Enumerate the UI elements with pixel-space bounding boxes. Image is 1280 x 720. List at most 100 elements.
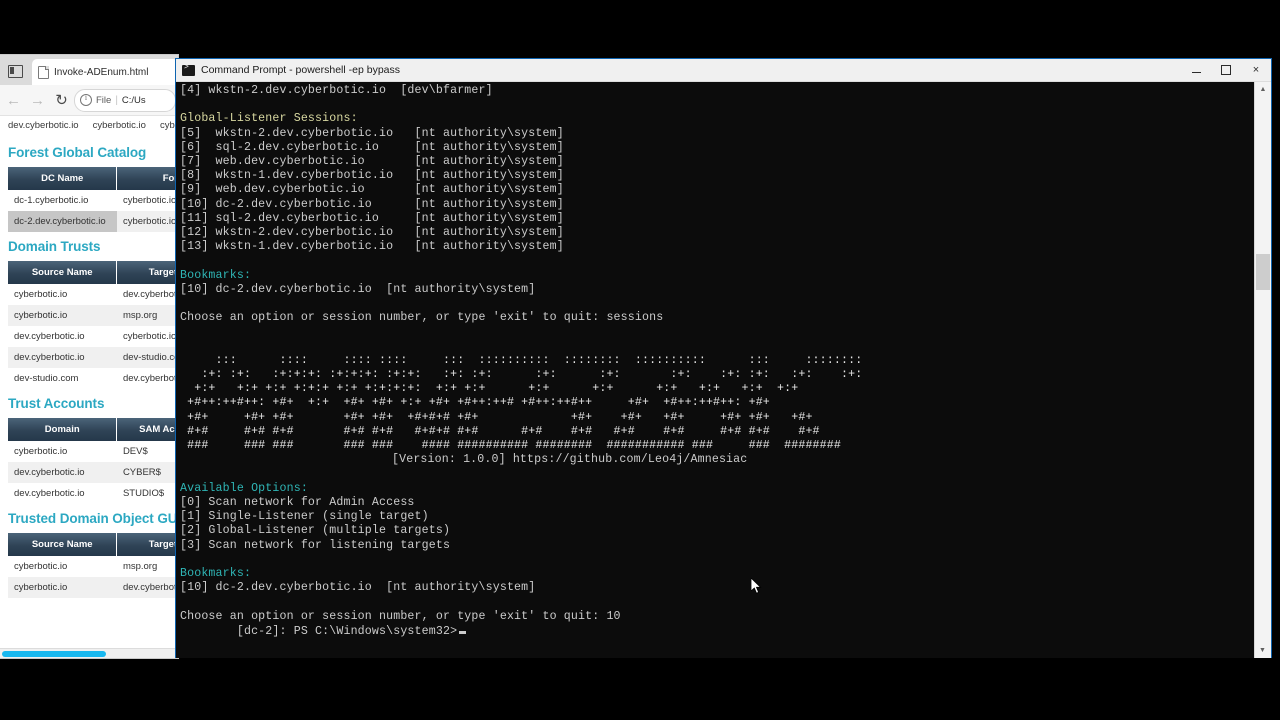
report-sections: Forest Global Catalog DC NameForestdc-1.c… [8, 145, 178, 598]
table-cell: cyberbotic.io [116, 211, 178, 232]
available-options-header: Available Options: [180, 481, 308, 495]
table-cell: dev.cyberbotic.io [116, 368, 178, 389]
screen-root: Invoke-ADEnum.html ← → ↻ File | C:/Us de… [0, 0, 1280, 720]
browser-toolbar: ← → ↻ File | C:/Us [0, 85, 178, 116]
console-titlebar[interactable]: Command Prompt - powershell -ep bypass × [176, 59, 1271, 82]
table-cell: dev.cyberbotic.io [8, 326, 117, 347]
table-cell: cyberbotic.io [116, 326, 178, 347]
table-cell: dc-2.dev.cyberbotic.io [8, 211, 117, 232]
site-info-icon[interactable] [80, 93, 92, 106]
browser-page-content: dev.cyberbotic.io cyberbotic.io cyb Forest… [0, 116, 178, 653]
column-header: Source Name [8, 533, 118, 556]
command-prompt-icon [182, 63, 195, 76]
console-vertical-scrollbar[interactable]: ▲ ▼ [1254, 82, 1271, 658]
table-row: dev.cyberbotic.io STUDIO$ [8, 483, 178, 504]
close-button[interactable]: × [1241, 60, 1271, 81]
table-row: cyberbotic.iodev.cyberbotic.io [8, 284, 178, 305]
version-line: [Version: 1.0.0] https://github.com/Leo4… [392, 453, 748, 467]
table-row: cyberbotic.io msp.org [8, 556, 178, 577]
forward-icon[interactable]: → [26, 88, 49, 112]
table-cell: STUDIO$ [116, 483, 178, 504]
page-top-text-row: dev.cyberbotic.io cyberbotic.io cyb [8, 116, 175, 138]
column-header: Forest [116, 167, 178, 190]
table-row: cyberbotic.io msp.org [8, 305, 178, 326]
browser-horizontal-scrollbar-thumb[interactable] [2, 650, 106, 657]
console-vertical-scrollbar-thumb[interactable] [1256, 254, 1270, 290]
table-cell: cyberbotic.io [116, 190, 178, 211]
console-line: [10] dc-2.dev.cyberbotic.io [nt authorit… [180, 282, 536, 296]
table-header-row: DomainSAM Account Na [8, 418, 178, 441]
page-top-text-item: cyb [159, 120, 175, 131]
console-line: Choose an option or session number, or t… [180, 311, 664, 325]
console-output: [4] wkstn-2.dev.cyberbotic.io [dev\bfarm… [180, 84, 1253, 624]
reload-icon[interactable]: ↻ [50, 88, 73, 112]
minimize-button[interactable] [1181, 60, 1211, 81]
omnibox-separator: | [115, 94, 118, 106]
console-line: Bookmarks: [180, 268, 252, 282]
maximize-button[interactable] [1211, 60, 1241, 81]
table-header-row: DC NameForest [8, 167, 178, 190]
omnibox-url-text: C:/Us [121, 94, 146, 106]
tab-search-icon[interactable] [0, 57, 30, 85]
table-cell: dev.cyberbotic.io [8, 462, 117, 483]
table-cell: cyberbotic.io [8, 577, 117, 598]
option-line: [2] Global-Listener (multiple targets) [180, 524, 451, 538]
report-table: Source NameTarget Namecyberbotic.iomsp.o… [8, 533, 178, 598]
console-line: [5] wkstn-2.dev.cyberbotic.io [nt author… [180, 126, 564, 140]
table-cell: msp.org [116, 556, 178, 577]
page-top-text-item: dev.cyberbotic.io [8, 120, 79, 131]
report-table: DomainSAM Account Nacyberbotic.ioDEV$dev… [8, 418, 178, 504]
console-line: [7] web.dev.cyberbotic.io [nt authority\… [180, 155, 564, 169]
table-cell: cyberbotic.io [8, 556, 117, 577]
table-header-row: Source NameTarget Name [8, 261, 178, 284]
browser-tabstrip: Invoke-ADEnum.html [0, 55, 178, 85]
console-body[interactable]: [4] wkstn-2.dev.cyberbotic.io [dev\bfarm… [176, 82, 1271, 658]
table-cell: dev.cyberbotic.io [8, 483, 117, 504]
console-line: [11] sql-2.dev.cyberbotic.io [nt authori… [180, 211, 564, 225]
table-cell: cyberbotic.io [8, 284, 117, 305]
table-cell: DEV$ [116, 441, 178, 462]
bookmarks-header: Bookmarks: [180, 566, 252, 580]
console-line: [4] wkstn-2.dev.cyberbotic.io [dev\bfarm… [180, 84, 493, 97]
column-header: SAM Account Na [116, 418, 178, 441]
browser-horizontal-scrollbar[interactable] [0, 648, 178, 658]
scroll-up-arrow-icon[interactable]: ▲ [1255, 82, 1271, 97]
console-line: [6] sql-2.dev.cyberbotic.io [nt authorit… [180, 140, 564, 154]
table-row: dev.cyberbotic.iodev-studio.com [8, 347, 178, 368]
page-file-icon [38, 65, 49, 79]
browser-tab[interactable]: Invoke-ADEnum.html [32, 59, 178, 85]
table-cell: msp.org [116, 305, 178, 326]
column-header: DC Name [8, 167, 118, 190]
console-line: [9] web.dev.cyberbotic.io [nt authority\… [180, 183, 564, 197]
scroll-down-arrow-icon[interactable]: ▼ [1255, 643, 1270, 658]
text-cursor [459, 630, 467, 634]
console-line: [12] wkstn-2.dev.cyberbotic.io [nt autho… [180, 226, 564, 240]
console-line: [10] dc-2.dev.cyberbotic.io [nt authorit… [180, 197, 564, 211]
option-line: [1] Single-Listener (single target) [180, 510, 429, 524]
table-row: dev.cyberbotic.io cyberbotic.io [8, 326, 178, 347]
section-title: Domain Trusts [8, 239, 101, 254]
browser-window: Invoke-ADEnum.html ← → ↻ File | C:/Us de… [0, 55, 178, 658]
table-row: dc-2.dev.cyberbotic.io cyberbotic.io [8, 211, 178, 232]
table-cell: dev-studio.com [116, 347, 178, 368]
option-line: [3] Scan network for listening targets [180, 538, 451, 552]
back-icon[interactable]: ← [2, 88, 25, 112]
address-bar[interactable]: File | C:/Us [74, 88, 176, 112]
bookmark-line: [10] dc-2.dev.cyberbotic.io [nt authorit… [180, 581, 536, 595]
table-cell: dev-studio.com [8, 368, 117, 389]
amnesiac-ascii-banner: ::: :::: :::: :::: ::: :::::::::: ::::::… [187, 353, 863, 453]
console-prompt-line: [dc-2]: PS C:\Windows\system32> [180, 610, 467, 653]
prompt-text: [dc-2]: PS C:\Windows\system32> [236, 624, 458, 638]
page-top-text-item: cyberbotic.io [92, 120, 146, 131]
command-prompt-window: Command Prompt - powershell -ep bypass ×… [175, 58, 1272, 658]
table-cell: cyberbotic.io [8, 305, 117, 326]
table-row: cyberbotic.io DEV$ [8, 441, 178, 462]
table-row: dev-studio.comdev.cyberbotic.io [8, 368, 178, 389]
